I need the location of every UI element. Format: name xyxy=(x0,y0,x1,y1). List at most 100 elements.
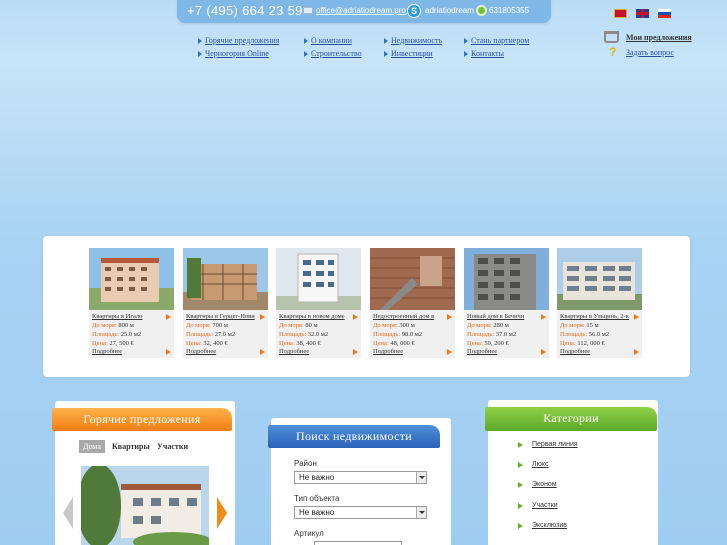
arrow-right-icon[interactable] xyxy=(353,314,358,320)
region-label: Район xyxy=(294,459,317,468)
listing-area: Площадь: 37.0 м2 xyxy=(467,331,517,338)
nav-hot-offers[interactable]: Горячие предложения xyxy=(197,36,279,45)
listing-more-link[interactable]: Подробнее xyxy=(92,348,122,355)
search-title: Поиск недвижимости xyxy=(268,425,440,448)
listing-more-link[interactable]: Подробнее xyxy=(186,348,216,355)
category-econom[interactable]: Эконом xyxy=(518,481,557,488)
listing-more-link[interactable]: Подробнее xyxy=(560,348,590,355)
listing-distance: До моря: 15 м xyxy=(560,322,599,329)
chevron-down-icon[interactable] xyxy=(416,507,426,518)
icq-number: 631805355 xyxy=(489,6,530,15)
chevron-down-icon[interactable] xyxy=(416,472,426,483)
email-link[interactable]: office@adriatiodream.pro xyxy=(316,6,406,15)
listing-card[interactable]: Квартиры в Ульцинь, 2-к До моря: 15 м Пл… xyxy=(557,248,642,358)
listing-area: Площадь: 25.0 м2 xyxy=(92,331,142,338)
skype-id: adriatiodream xyxy=(425,6,474,15)
icq-icon xyxy=(476,5,487,16)
listing-photo[interactable] xyxy=(276,248,361,310)
categories-title: Категории xyxy=(485,407,657,431)
skype-icon: S xyxy=(407,4,421,18)
arrow-right-icon[interactable] xyxy=(260,349,265,355)
listing-photo[interactable] xyxy=(370,248,455,310)
listing-price: Цена: 38, 400 € xyxy=(279,340,321,347)
listing-title[interactable]: Квартиры в Герцег-Нови xyxy=(186,313,256,320)
type-label: Тип объекта xyxy=(294,494,340,503)
listing-price: Цена: 48, 000 € xyxy=(373,340,415,347)
arrow-right-icon[interactable] xyxy=(634,349,639,355)
nav-investments[interactable]: Инвестиции xyxy=(384,49,433,58)
arrow-right-icon[interactable] xyxy=(447,314,452,320)
phone-number: +7 (495) 664 23 59 xyxy=(187,3,303,18)
listing-card[interactable]: Недостроенный дом в До моря: 300 м Площа… xyxy=(370,248,455,358)
russia-flag-icon[interactable] xyxy=(658,9,671,18)
nav-montenegro-online[interactable]: Черногория Online xyxy=(198,49,269,58)
ask-question-link[interactable]: Задать вопрос xyxy=(626,48,674,57)
uk-flag-icon[interactable] xyxy=(636,9,649,18)
arrow-right-icon[interactable] xyxy=(166,314,171,320)
listing-distance: До моря: 280 м xyxy=(467,322,509,329)
prev-arrow-icon[interactable] xyxy=(63,497,73,529)
listing-photo[interactable] xyxy=(183,248,268,310)
mail-icon xyxy=(303,7,313,14)
listing-title[interactable]: Квартиры в Ульцинь, 2-к xyxy=(560,313,630,320)
listing-title[interactable]: Новый дом в Бечичи xyxy=(467,313,537,320)
article-input[interactable] xyxy=(314,541,402,545)
nav-real-estate[interactable]: Недвижимость xyxy=(383,36,442,45)
listing-distance: До моря: 700 м xyxy=(186,322,228,329)
type-select[interactable]: Не важно xyxy=(294,506,427,519)
category-lux[interactable]: Люкс xyxy=(518,461,549,468)
listing-price: Цена: 112, 000 € xyxy=(560,340,605,347)
listing-area: Площадь: 32.0 м2 xyxy=(279,331,329,338)
montenegro-flag-icon[interactable] xyxy=(614,9,627,18)
arrow-right-icon[interactable] xyxy=(541,349,546,355)
listing-distance: До моря: 80 м xyxy=(279,322,318,329)
listing-card[interactable]: Квартиры в новом доме До моря: 80 м Площ… xyxy=(276,248,361,358)
listing-card[interactable]: Новый дом в Бечичи До моря: 280 м Площад… xyxy=(464,248,549,358)
listing-title[interactable]: Недостроенный дом в xyxy=(373,313,443,320)
listing-area: Площадь: 27.0 м2 xyxy=(186,331,236,338)
article-label: Артикул xyxy=(294,529,324,538)
tab-houses[interactable]: Дома xyxy=(79,440,105,453)
type-select-value: Не важно xyxy=(299,508,335,517)
cart-icon[interactable] xyxy=(604,31,619,43)
listing-card[interactable]: Квартиры в Герцег-Нови До моря: 700 м Пл… xyxy=(183,248,268,358)
question-icon: ? xyxy=(609,45,617,59)
category-exclusive[interactable]: Эксклюзив xyxy=(518,522,567,529)
nav-become-partner[interactable]: Стань партнером xyxy=(463,36,529,45)
arrow-right-icon[interactable] xyxy=(541,314,546,320)
hot-offers-title: Горячие предложения xyxy=(52,408,232,431)
region-select-value: Не важно xyxy=(299,473,335,482)
listing-price: Цена: 59, 200 € xyxy=(467,340,509,347)
listing-card[interactable]: Квартиры в Игало До моря: 800 м Площадь:… xyxy=(89,248,174,358)
tab-plots[interactable]: Участки xyxy=(153,440,192,453)
next-arrow-icon[interactable] xyxy=(217,497,227,529)
listings-strip: Квартиры в Игало До моря: 800 м Площадь:… xyxy=(43,236,690,377)
category-first-line[interactable]: Первая линия xyxy=(518,441,578,448)
listing-title[interactable]: Квартиры в новом доме xyxy=(279,313,349,320)
listing-price: Цена: 27, 500 € xyxy=(92,340,134,347)
listing-area: Площадь: 56.0 м2 xyxy=(560,331,610,338)
listing-title[interactable]: Квартиры в Игало xyxy=(92,313,162,320)
nav-contacts[interactable]: Контакты xyxy=(463,49,504,58)
region-select[interactable]: Не важно xyxy=(294,471,427,484)
listing-more-link[interactable]: Подробнее xyxy=(467,348,497,355)
nav-about[interactable]: О компании xyxy=(304,36,352,45)
contact-bar: +7 (495) 664 23 59 office@adriatiodream.… xyxy=(177,0,551,23)
arrow-right-icon[interactable] xyxy=(634,314,639,320)
listing-more-link[interactable]: Подробнее xyxy=(373,348,403,355)
listing-photo[interactable] xyxy=(89,248,174,310)
hot-offer-photo[interactable] xyxy=(81,466,209,545)
category-plots[interactable]: Участки xyxy=(518,502,558,509)
tab-apartments[interactable]: Квартиры xyxy=(108,440,154,453)
nav-construction[interactable]: Строительство xyxy=(304,49,362,58)
listing-more-link[interactable]: Подробнее xyxy=(279,348,309,355)
arrow-right-icon[interactable] xyxy=(166,349,171,355)
arrow-right-icon[interactable] xyxy=(260,314,265,320)
listing-photo[interactable] xyxy=(464,248,549,310)
my-offers-link[interactable]: Мои предложения xyxy=(626,33,692,42)
listing-distance: До моря: 800 м xyxy=(92,322,134,329)
arrow-right-icon[interactable] xyxy=(353,349,358,355)
listing-photo[interactable] xyxy=(557,248,642,310)
arrow-right-icon[interactable] xyxy=(447,349,452,355)
listing-distance: До моря: 300 м xyxy=(373,322,415,329)
